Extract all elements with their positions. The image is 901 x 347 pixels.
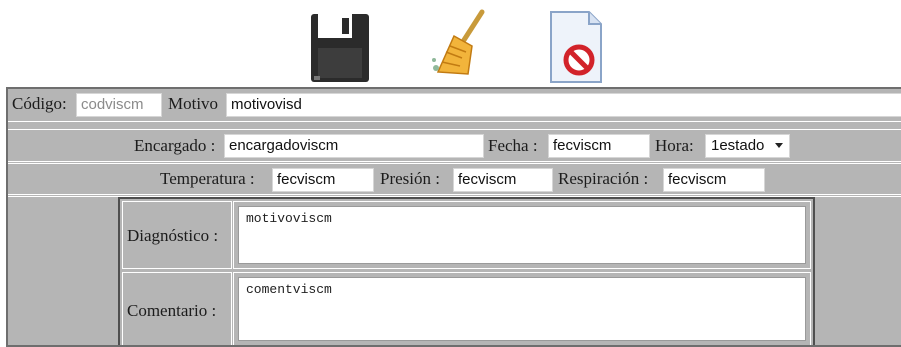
clear-button[interactable] [428, 6, 498, 84]
chevron-down-icon [775, 143, 783, 148]
diagnostico-label: Diagnóstico : [127, 226, 219, 245]
document-cancel-icon [550, 11, 602, 83]
presion-field[interactable]: fecviscm [453, 168, 553, 192]
row-vitals: Temperatura : fecviscm Presión : fecvisc… [8, 163, 901, 195]
motivo-label: Motivo [168, 94, 219, 113]
presion-label: Presión : [380, 169, 440, 188]
row-codigo-motivo: Código: codviscm Motivo motivovisd [8, 89, 901, 122]
temperatura-field[interactable]: fecviscm [272, 168, 374, 192]
codigo-label: Código: [12, 94, 67, 113]
respiracion-field[interactable]: fecviscm [663, 168, 765, 192]
encargado-field[interactable]: encargadoviscm [224, 134, 484, 158]
hora-selected-value: 1estado [711, 137, 765, 154]
cancel-button[interactable] [541, 6, 611, 84]
row-encargado: Encargado : encargadoviscm Fecha : fecvi… [8, 129, 901, 162]
hora-label: Hora: [655, 136, 694, 155]
motivo-field[interactable]: motivovisd [226, 93, 901, 117]
visit-form: Código: codviscm Motivo motivovisd Encar… [6, 87, 901, 347]
diagnostico-textarea[interactable]: motivoviscm [238, 206, 806, 264]
comentario-label-cell: Comentario : [122, 272, 232, 345]
broom-icon [432, 9, 485, 75]
fecha-label: Fecha : [488, 136, 538, 155]
comentario-label: Comentario : [127, 301, 217, 320]
encargado-label: Encargado : [134, 136, 216, 155]
floppy-disk-icon [311, 14, 369, 82]
comentario-cell: comentviscm [233, 272, 811, 345]
row-notes: Diagnóstico : motivoviscm Comentario : c… [8, 196, 901, 345]
diagnostico-cell: motivoviscm [233, 201, 811, 269]
fecha-field[interactable]: fecviscm [548, 134, 650, 158]
diagnostico-label-cell: Diagnóstico : [122, 201, 232, 269]
temperatura-label: Temperatura : [160, 169, 255, 188]
comentario-textarea[interactable]: comentviscm [238, 277, 806, 341]
hora-select[interactable]: 1estado [705, 134, 790, 158]
save-button[interactable] [306, 6, 376, 84]
notes-table: Diagnóstico : motivoviscm Comentario : c… [118, 197, 815, 345]
toolbar [0, 0, 901, 88]
respiracion-label: Respiración : [558, 169, 649, 188]
codigo-field[interactable]: codviscm [76, 93, 162, 117]
